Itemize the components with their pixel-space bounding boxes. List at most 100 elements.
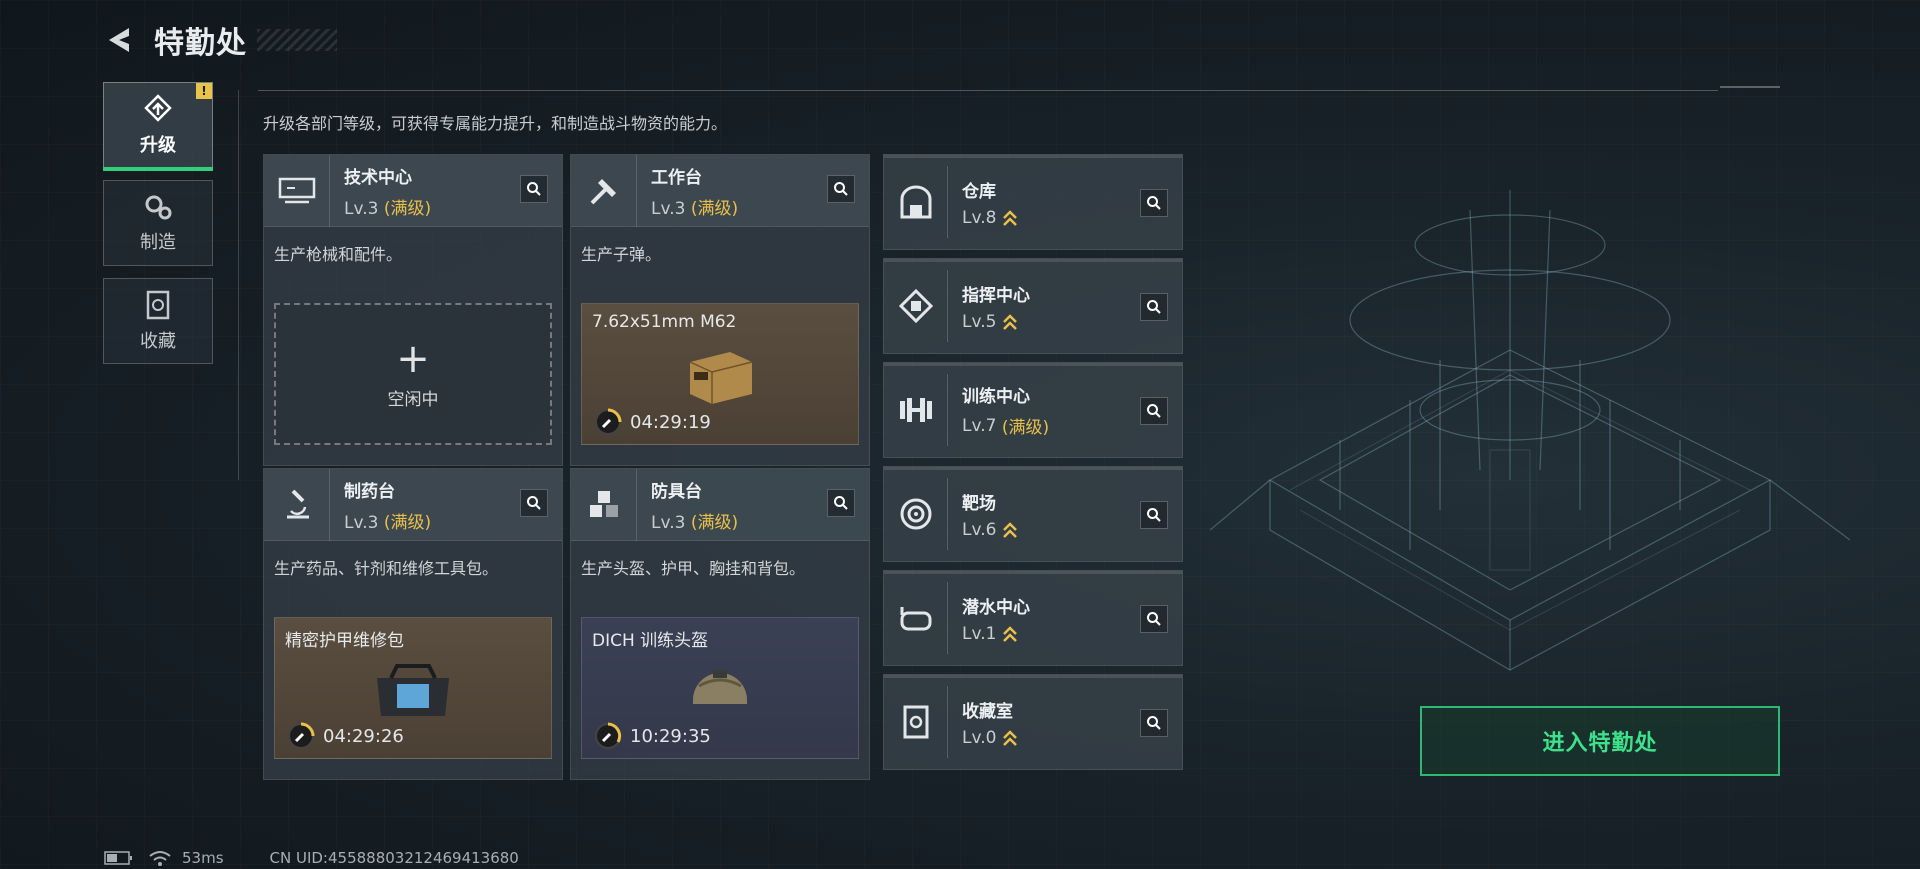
production-slot[interactable]: 7.62x51mm M62 04:29:19 xyxy=(581,303,859,445)
facility-name: 仓库 xyxy=(962,181,996,202)
facility-level: Lv.5 xyxy=(962,312,1030,332)
slot-status: 空闲中 xyxy=(387,389,439,410)
workshop-description: 生产枪械和配件。 xyxy=(274,245,403,264)
search-button[interactable] xyxy=(1140,709,1168,737)
search-icon xyxy=(1147,196,1161,210)
search-button[interactable] xyxy=(1140,397,1168,425)
search-icon xyxy=(1147,404,1161,418)
search-icon xyxy=(1147,508,1161,522)
target-icon xyxy=(884,478,948,550)
search-button[interactable] xyxy=(1140,189,1168,217)
search-icon xyxy=(1147,300,1161,314)
diving-mask-icon xyxy=(884,582,948,654)
search-button[interactable] xyxy=(827,489,855,517)
search-button[interactable] xyxy=(1140,501,1168,529)
wrench-progress-icon xyxy=(595,722,622,749)
facility-name: 指挥中心 xyxy=(962,285,1030,306)
facility-name: 潜水中心 xyxy=(962,597,1030,618)
upgrade-available-icon xyxy=(1003,729,1018,746)
facility-name: 靶场 xyxy=(962,493,996,514)
search-icon xyxy=(1147,612,1161,626)
add-icon: + xyxy=(396,335,430,382)
search-icon xyxy=(527,182,541,196)
search-button[interactable] xyxy=(1140,293,1168,321)
base-hologram-image xyxy=(1210,190,1850,671)
command-chip-icon xyxy=(884,270,948,342)
upgrade-available-icon xyxy=(1003,625,1018,642)
ammo-box-image xyxy=(689,352,753,404)
search-icon xyxy=(834,496,848,510)
nav-item-craft[interactable]: 制造 xyxy=(103,180,213,266)
facility-level: Lv.8 xyxy=(962,208,1018,228)
upgrade-icon xyxy=(144,94,172,122)
hammer-icon xyxy=(571,154,637,227)
production-timer: 04:29:26 xyxy=(287,722,404,750)
workshop-card-tech-center: 技术中心 Lv.3 (满级) 生产枪械和配件。 + 空闲中 xyxy=(263,154,563,466)
search-icon xyxy=(1147,716,1161,730)
card-header: 技术中心 Lv.3 (满级) xyxy=(264,154,562,227)
workshop-description: 生产头盔、护甲、胸挂和背包。 xyxy=(581,559,806,578)
workshop-level: Lv.3 (满级) xyxy=(344,512,432,533)
product-name: 精密护甲维修包 xyxy=(285,631,404,651)
back-arrow-icon xyxy=(109,28,129,52)
facility-card-training[interactable]: 训练中心 Lv.7 (满级) xyxy=(883,362,1183,458)
card-header: 制药台 Lv.3 (满级) xyxy=(264,468,562,541)
search-button[interactable] xyxy=(520,489,548,517)
facility-card-command[interactable]: 指挥中心 Lv.5 xyxy=(883,258,1183,354)
cubes-icon xyxy=(571,468,637,541)
warehouse-icon xyxy=(884,166,948,238)
title-decoration xyxy=(257,29,337,51)
workshop-level: Lv.3 (满级) xyxy=(651,198,739,219)
upgrade-available-icon xyxy=(1003,209,1018,226)
facility-level: Lv.0 xyxy=(962,728,1018,748)
search-icon xyxy=(834,182,848,196)
page-title: 特勤处 xyxy=(154,26,247,61)
workshop-description: 生产药品、针剂和维修工具包。 xyxy=(274,559,499,578)
search-icon xyxy=(527,496,541,510)
divider-line-end xyxy=(1720,86,1780,88)
search-button[interactable] xyxy=(827,175,855,203)
repair-kit-image xyxy=(377,664,449,716)
header: 特勤处 xyxy=(100,18,337,62)
page-description: 升级各部门等级，可获得专属能力提升，和制造战斗物资的能力。 xyxy=(263,114,728,133)
nav-label-craft: 制造 xyxy=(140,232,176,253)
upgrade-available-icon xyxy=(1003,521,1018,538)
nav-item-collection[interactable]: 收藏 xyxy=(103,278,213,364)
workshop-name: 技术中心 xyxy=(344,167,412,188)
back-button[interactable] xyxy=(100,20,140,60)
computer-icon xyxy=(264,154,330,227)
facility-level: Lv.7 (满级) xyxy=(962,415,1050,439)
workshop-name: 工作台 xyxy=(651,167,702,188)
facility-card-warehouse[interactable]: 仓库 Lv.8 xyxy=(883,154,1183,250)
workshop-name: 制药台 xyxy=(344,481,395,502)
facility-level: Lv.1 xyxy=(962,624,1030,644)
nav-label-upgrade: 升级 xyxy=(140,135,176,156)
nav-item-upgrade[interactable]: ! 升级 xyxy=(103,82,213,171)
collection-room-icon xyxy=(884,686,948,758)
workshop-name: 防具台 xyxy=(651,481,702,502)
workshop-level: Lv.3 (满级) xyxy=(651,512,739,533)
workshop-level: Lv.3 (满级) xyxy=(344,198,432,219)
upgrade-available-icon xyxy=(1003,313,1018,330)
enter-special-ops-button[interactable]: 进入特勤处 xyxy=(1420,706,1780,776)
facility-card-collection-room[interactable]: 收藏室 Lv.0 xyxy=(883,674,1183,770)
enter-button-label: 进入特勤处 xyxy=(1542,731,1658,756)
timer-text: 04:29:26 xyxy=(323,725,404,747)
production-slot[interactable]: 精密护甲维修包 04:29:26 xyxy=(274,617,552,759)
dumbbell-icon xyxy=(884,374,948,446)
status-bar: 53ms CN UID:455888032124694136​80 xyxy=(104,848,519,868)
facility-card-range[interactable]: 靶场 Lv.6 xyxy=(883,466,1183,562)
card-header: 工作台 Lv.3 (满级) xyxy=(571,154,869,227)
divider-line xyxy=(258,90,1718,91)
facility-level: Lv.6 xyxy=(962,520,1018,540)
product-name: 7.62x51mm M62 xyxy=(592,312,737,332)
production-slot-idle[interactable]: + 空闲中 xyxy=(274,303,552,445)
timer-text: 10:29:35 xyxy=(630,725,711,747)
production-slot[interactable]: DICH 训练头盔 10:29:35 xyxy=(581,617,859,759)
search-button[interactable] xyxy=(1140,605,1168,633)
collection-icon xyxy=(146,290,170,320)
search-button[interactable] xyxy=(520,175,548,203)
production-timer: 10:29:35 xyxy=(594,722,711,750)
facility-card-diving[interactable]: 潜水中心 Lv.1 xyxy=(883,570,1183,666)
facility-name: 收藏室 xyxy=(962,701,1013,722)
